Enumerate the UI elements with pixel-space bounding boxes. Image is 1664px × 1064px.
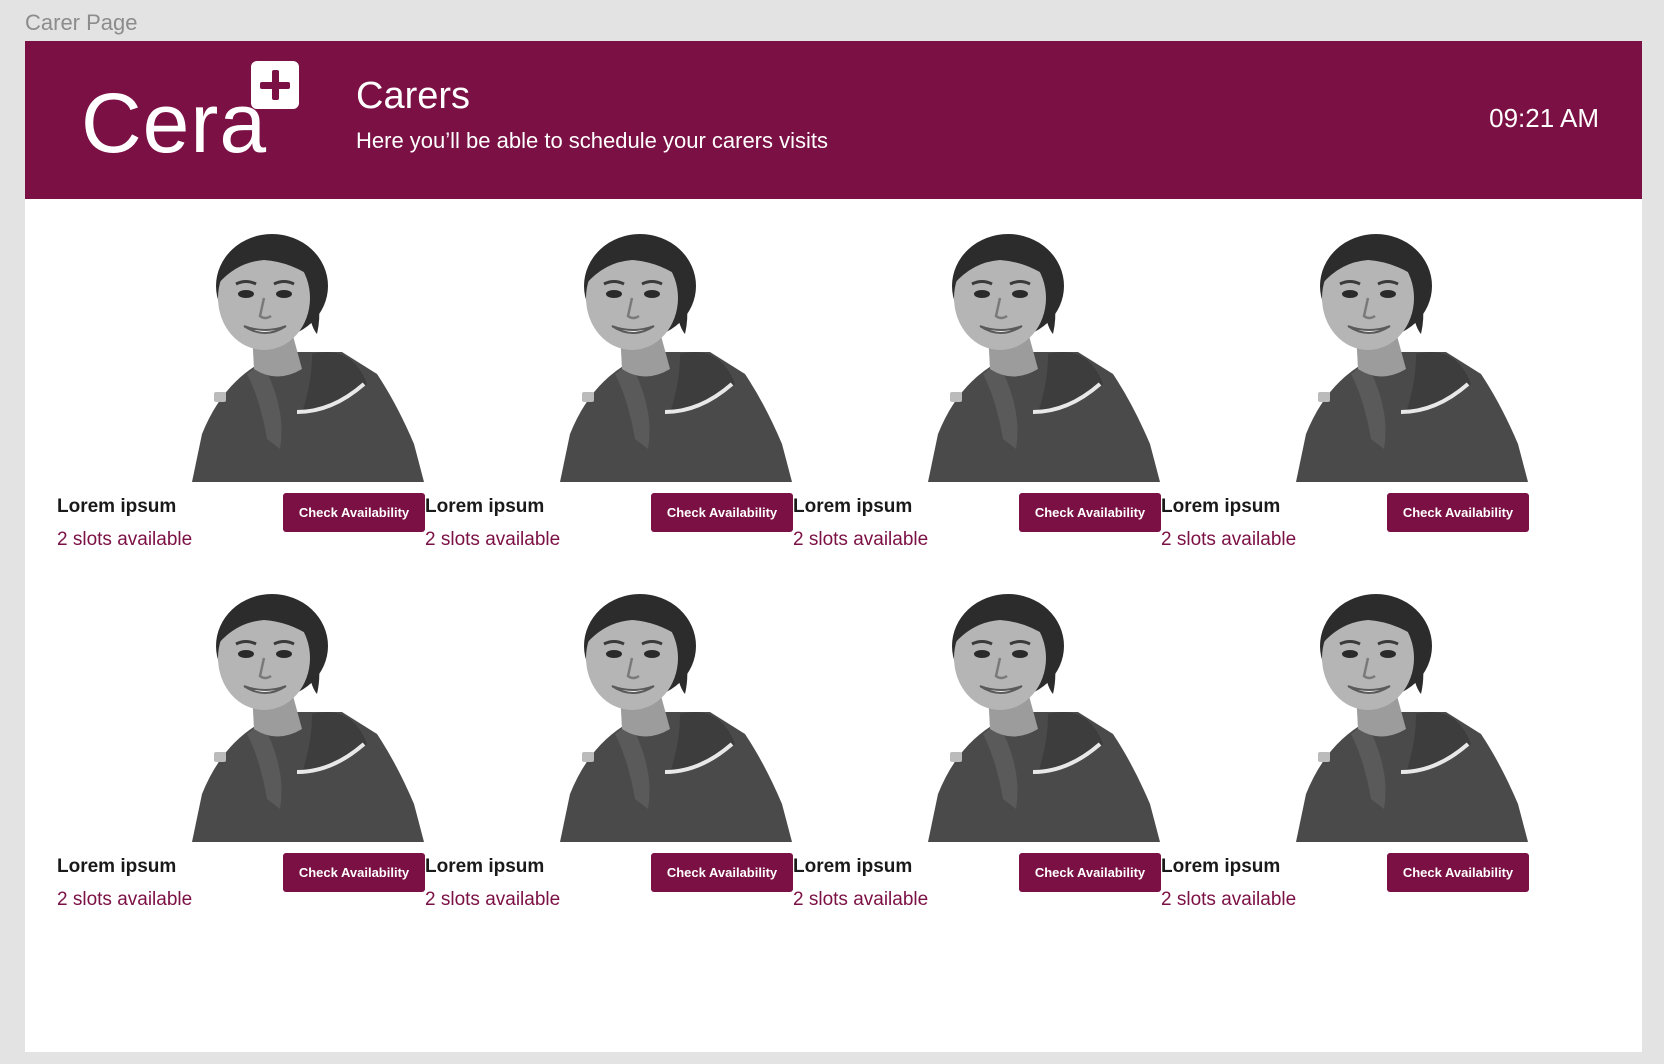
carer-photo — [1296, 594, 1528, 842]
carer-grid: Lorem ipsum 2 slots available Check Avai… — [25, 41, 1642, 1052]
carer-photo — [928, 594, 1160, 842]
carer-card: Lorem ipsum 2 slots available Check Avai… — [425, 594, 795, 924]
check-availability-button[interactable]: Check Availability — [283, 853, 425, 892]
carer-name: Lorem ipsum — [57, 856, 177, 877]
check-availability-button[interactable]: Check Availability — [1387, 853, 1529, 892]
frame-label: Carer Page — [25, 10, 138, 35]
slots-available: 2 slots available — [793, 529, 929, 550]
slots-available: 2 slots available — [793, 889, 929, 910]
check-availability-button[interactable]: Check Availability — [1019, 853, 1161, 892]
slots-available: 2 slots available — [1161, 889, 1297, 910]
carer-card: Lorem ipsum 2 slots available Check Avai… — [793, 234, 1163, 564]
carer-name: Lorem ipsum — [425, 496, 545, 517]
carer-name: Lorem ipsum — [793, 856, 913, 877]
carer-card: Lorem ipsum 2 slots available Check Avai… — [1161, 234, 1531, 564]
carer-card: Lorem ipsum 2 slots available Check Avai… — [57, 234, 427, 564]
slots-available: 2 slots available — [425, 529, 561, 550]
check-availability-button[interactable]: Check Availability — [283, 493, 425, 532]
check-availability-button[interactable]: Check Availability — [651, 853, 793, 892]
slots-available: 2 slots available — [425, 889, 561, 910]
check-availability-button[interactable]: Check Availability — [1387, 493, 1529, 532]
carer-page: Cera Carers Here you’ll be able to sched… — [25, 41, 1642, 1052]
carer-photo — [560, 594, 792, 842]
carer-photo — [192, 594, 424, 842]
carer-photo — [560, 234, 792, 482]
carer-card: Lorem ipsum 2 slots available Check Avai… — [1161, 594, 1531, 924]
slots-available: 2 slots available — [57, 529, 193, 550]
carer-name: Lorem ipsum — [1161, 856, 1281, 877]
carer-card: Lorem ipsum 2 slots available Check Avai… — [793, 594, 1163, 924]
carer-name: Lorem ipsum — [425, 856, 545, 877]
carer-card: Lorem ipsum 2 slots available Check Avai… — [57, 594, 427, 924]
check-availability-button[interactable]: Check Availability — [1019, 493, 1161, 532]
check-availability-button[interactable]: Check Availability — [651, 493, 793, 532]
carer-name: Lorem ipsum — [1161, 496, 1281, 517]
carer-photo — [192, 234, 424, 482]
carer-photo — [928, 234, 1160, 482]
carer-name: Lorem ipsum — [57, 496, 177, 517]
slots-available: 2 slots available — [1161, 529, 1297, 550]
carer-name: Lorem ipsum — [793, 496, 913, 517]
carer-card: Lorem ipsum 2 slots available Check Avai… — [425, 234, 795, 564]
slots-available: 2 slots available — [57, 889, 193, 910]
carer-photo — [1296, 234, 1528, 482]
